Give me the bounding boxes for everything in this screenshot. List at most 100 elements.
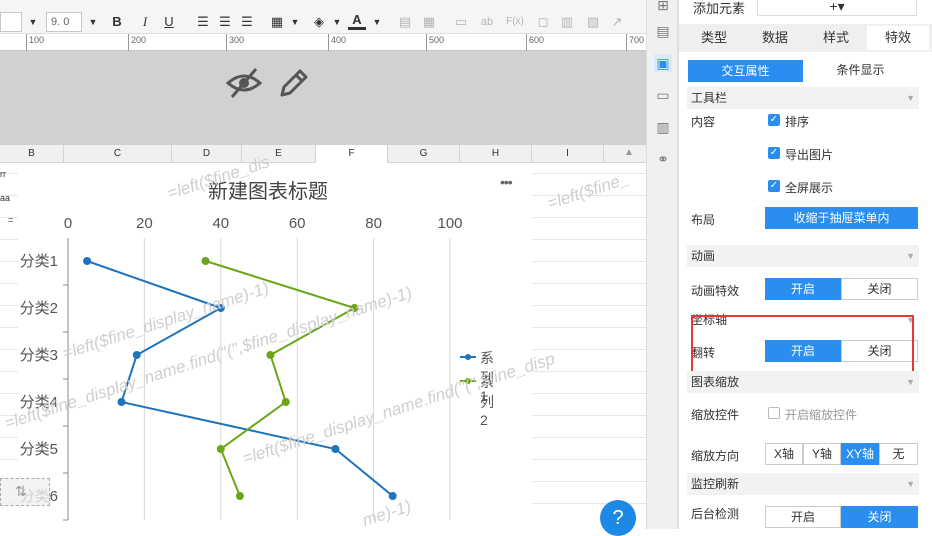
chevron-down-icon[interactable]: ▼ (84, 12, 102, 32)
data-point (266, 351, 275, 359)
chart-properties-panel: 添加元素 +▾ 类型 数据 样式 特效 交互属性 条件显示 工具栏 ▼ 内容 ✓ … (678, 0, 932, 529)
section-zoom[interactable]: 图表缩放 ▼ (687, 371, 919, 393)
checkbox-label: 导出图片 (785, 148, 834, 162)
animation-on-button[interactable]: 开启 (765, 278, 841, 300)
more-icon[interactable]: ••• (500, 174, 513, 190)
ruler-tick: 100 (26, 34, 44, 51)
zoom-control-label: 缩放控件 (691, 408, 740, 422)
x-tick-label: 0 (64, 215, 72, 232)
float-widget[interactable]: ⇅ (0, 478, 50, 506)
zoom-xy-button[interactable]: XY轴 (841, 443, 879, 465)
ruler-tick: 200 (128, 34, 146, 51)
widget-icon[interactable]: ▭ (654, 86, 672, 104)
subtab-condition[interactable]: 条件显示 (803, 60, 918, 82)
bold-icon[interactable]: B (108, 12, 126, 32)
ruler: 100 200 300 400 500 600 700 (0, 34, 646, 51)
x-tick-label: 100 (437, 215, 462, 232)
data-point (235, 492, 244, 500)
fill-color-icon[interactable]: ◈ (310, 12, 328, 32)
column-header-cell[interactable]: D (172, 145, 242, 163)
checkbox-label: 全屏展示 (785, 181, 834, 195)
section-refresh[interactable]: 监控刷新 ▼ (687, 473, 919, 495)
cell-attr-icon[interactable]: ⊞ (654, 0, 672, 14)
checkbox-label: 排序 (785, 115, 810, 129)
text-icon[interactable]: ▭ (452, 12, 470, 32)
underline-icon[interactable]: U (160, 12, 178, 32)
help-button[interactable]: ? (600, 500, 636, 536)
align-left-icon[interactable]: ☰ (194, 12, 212, 32)
eye-off-icon[interactable] (224, 65, 264, 101)
data-point (388, 492, 397, 500)
table-icon[interactable]: ▦ (420, 12, 438, 32)
ruler-tick: 700 (626, 34, 644, 51)
tab-data[interactable]: 数据 (745, 26, 805, 50)
add-element-button[interactable]: +▾ (757, 0, 917, 16)
condition-icon[interactable]: ▤ (654, 22, 672, 40)
zoom-y-button[interactable]: Y轴 (803, 443, 841, 465)
checkbox-checked[interactable]: ✓ (768, 147, 780, 159)
chevron-down-icon[interactable]: ▼ (368, 12, 386, 32)
column-header-cell[interactable]: B (0, 145, 64, 163)
chevron-down-icon[interactable]: ▼ (286, 12, 304, 32)
side-icon-strip: ⊞ ▤ ▣ ▭ ▥ ⚭ (646, 0, 678, 529)
brush-icon[interactable]: ↗ (608, 12, 626, 32)
y-tick-label: 分类2 (20, 300, 58, 317)
ruler-tick: 400 (328, 34, 346, 51)
chevron-down-icon[interactable]: ▼ (24, 12, 42, 32)
formula-icon[interactable]: F(x) (502, 12, 528, 32)
merge-icon[interactable]: ▤ (396, 12, 414, 32)
chart-element-icon[interactable]: ▣ (654, 54, 672, 72)
font-color-icon[interactable]: A (348, 12, 366, 30)
x-tick-label: 20 (136, 215, 153, 232)
checkbox-unchecked[interactable] (768, 407, 780, 419)
tab-effects[interactable]: 特效 (867, 26, 929, 50)
animation-off-button[interactable]: 关闭 (841, 278, 918, 300)
column-header-cell[interactable]: C (64, 145, 172, 163)
shape-icon[interactable]: ◻ (534, 12, 552, 32)
tab-style[interactable]: 样式 (805, 26, 867, 50)
backend-on-button[interactable]: 开启 (765, 506, 841, 528)
data-point (216, 445, 225, 453)
ruler-tick: 600 (526, 34, 544, 51)
chart-icon[interactable]: ▥ (558, 12, 576, 32)
format-toolbar: ▼ 9. 0 ▼ B I U ☰ ☰ ☰ ▦ ▼ ◈ ▼ A ▼ ▤ ▦ ▭ a… (0, 0, 646, 34)
subtab-interaction[interactable]: 交互属性 (688, 60, 803, 82)
abc-icon[interactable]: ab (478, 12, 496, 32)
italic-icon[interactable]: I (136, 12, 154, 32)
data-point (281, 398, 290, 406)
hidden-area-bar (0, 51, 646, 145)
x-tick-label: 60 (289, 215, 306, 232)
link-icon[interactable]: ⚭ (654, 150, 672, 168)
layout-select[interactable]: 收缩于抽屉菜单内 (765, 207, 918, 229)
column-header-cell[interactable]: I (532, 145, 604, 163)
column-header-cell[interactable]: G (388, 145, 460, 163)
pencil-icon[interactable] (276, 65, 310, 101)
zoom-none-button[interactable]: 无 (879, 443, 918, 465)
checkbox-checked[interactable]: ✓ (768, 114, 780, 126)
column-header: B C D E F G H I ▲ (0, 145, 646, 163)
data-point (117, 398, 126, 406)
image-icon[interactable]: ▧ (584, 12, 602, 32)
y-tick-label: 分类3 (20, 347, 58, 364)
checkbox-checked[interactable]: ✓ (768, 180, 780, 192)
y-tick-label: 分类5 (20, 441, 58, 458)
border-icon[interactable]: ▦ (268, 12, 286, 32)
column-header-cell[interactable]: F (316, 145, 388, 163)
font-size-input[interactable]: 9. 0 (46, 12, 82, 32)
align-center-icon[interactable]: ☰ (216, 12, 234, 32)
chevron-down-icon[interactable]: ▼ (328, 12, 346, 32)
section-animation[interactable]: 动画 ▼ (687, 245, 919, 267)
align-right-icon[interactable]: ☰ (238, 12, 256, 32)
column-header-cell[interactable]: H (460, 145, 532, 163)
backend-off-button[interactable]: 关闭 (841, 506, 918, 528)
ruler-tick: 500 (426, 34, 444, 51)
layout-icon[interactable]: ▥ (654, 118, 672, 136)
checkbox-label: 开启缩放控件 (785, 408, 858, 422)
ruler-tick: 300 (226, 34, 244, 51)
scroll-up-icon[interactable]: ▲ (624, 147, 634, 158)
zoom-x-button[interactable]: X轴 (765, 443, 803, 465)
section-toolbar[interactable]: 工具栏 ▼ (687, 87, 919, 109)
font-name-dropdown[interactable] (0, 12, 22, 32)
tab-type[interactable]: 类型 (683, 26, 745, 50)
highlight-box (691, 315, 914, 375)
